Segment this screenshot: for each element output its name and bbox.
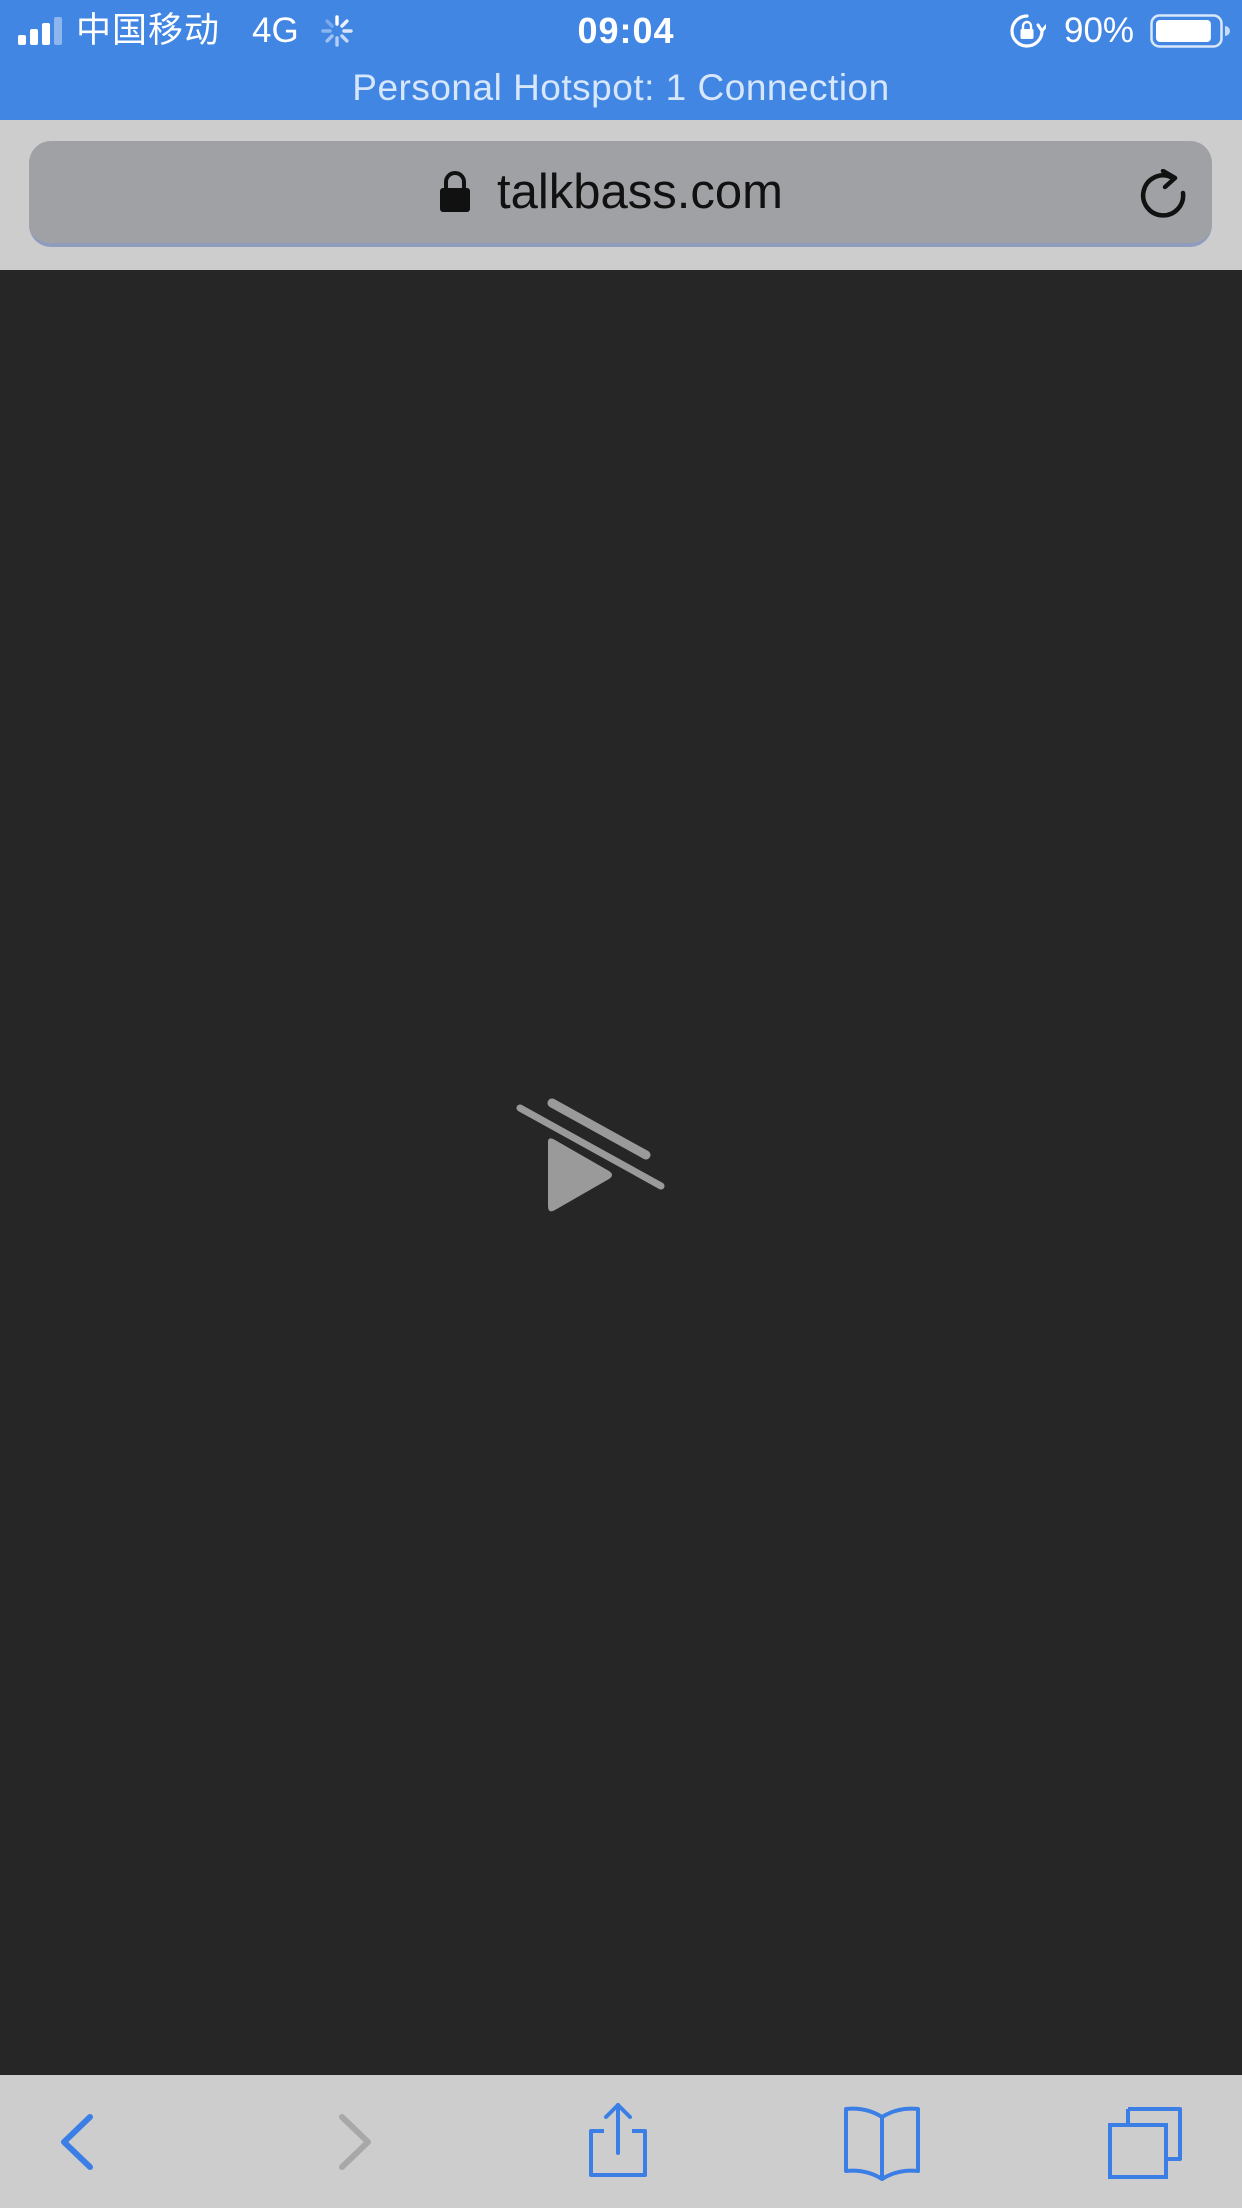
reload-icon[interactable]: [1137, 169, 1191, 223]
tabs-icon[interactable]: [1104, 2095, 1186, 2187]
address-bar-container: talkbass.com: [0, 120, 1242, 270]
web-content[interactable]: [0, 270, 1242, 2075]
activity-spinner-icon: [321, 15, 353, 47]
chevron-right-icon[interactable]: [322, 2095, 382, 2187]
lock-icon: [440, 171, 470, 212]
signal-icon: [18, 17, 62, 45]
autoplay-blocked-icon[interactable]: [514, 1095, 668, 1223]
carrier-name: 中国移动: [76, 11, 221, 50]
status-bar: 中国移动 4G 09:04 90% Personal Hotspot: 1 Co…: [0, 0, 1242, 120]
network-type: 4G: [252, 11, 299, 50]
rotation-lock-icon: [1010, 14, 1046, 48]
bottom-toolbar: [0, 2075, 1242, 2208]
battery-icon: [1150, 14, 1230, 48]
url-text[interactable]: talkbass.com: [497, 163, 783, 221]
battery-percent: 90%: [1064, 11, 1135, 50]
status-row: 中国移动 4G 09:04 90%: [0, 0, 1242, 60]
address-field[interactable]: talkbass.com: [29, 141, 1212, 247]
share-icon[interactable]: [582, 2099, 654, 2199]
clock: 09:04: [577, 10, 675, 51]
book-icon[interactable]: [838, 2095, 926, 2187]
chevron-left-icon[interactable]: [48, 2095, 108, 2187]
hotspot-banner[interactable]: Personal Hotspot: 1 Connection: [0, 62, 1242, 114]
